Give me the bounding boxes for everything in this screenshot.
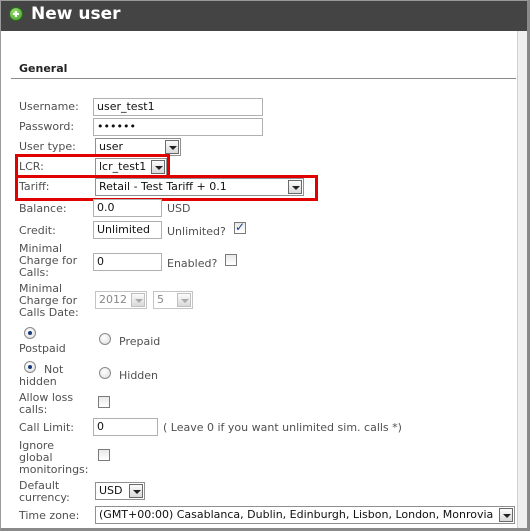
time-zone-label: Time zone: xyxy=(19,509,80,522)
chevron-down-icon[interactable] xyxy=(177,293,191,307)
ignore-monitorings-label-line3: monitorings: xyxy=(19,463,89,476)
postpaid-radio[interactable] xyxy=(24,327,36,339)
ignore-monitorings-checkbox[interactable] xyxy=(98,449,110,461)
min-charge-year-select[interactable]: 2012 xyxy=(95,291,147,309)
tariff-highlight-box xyxy=(15,175,318,201)
prepaid-label: Prepaid xyxy=(119,335,161,348)
min-charge-year-value: 2012 xyxy=(99,293,127,306)
window-frame xyxy=(0,0,530,531)
chevron-down-icon[interactable] xyxy=(131,293,145,307)
min-charge-label-line3: Calls: xyxy=(19,266,49,279)
username-input[interactable]: user_test1 xyxy=(93,98,263,116)
min-charge-enabled-label: Enabled? xyxy=(167,257,218,270)
call-limit-label: Call Limit: xyxy=(19,421,75,434)
currency-label-line2: currency: xyxy=(19,491,70,504)
plus-circle-icon xyxy=(9,7,23,21)
not-hidden-label-line2: hidden xyxy=(19,375,57,388)
balance-input[interactable]: 0.0 xyxy=(93,199,162,217)
min-charge-month-select[interactable]: 5 xyxy=(153,291,193,309)
user-type-label: User type: xyxy=(19,140,76,153)
page-title: New user xyxy=(31,4,121,24)
currency-select[interactable]: USD xyxy=(95,482,145,500)
balance-label: Balance: xyxy=(19,202,67,215)
hidden-label: Hidden xyxy=(119,369,159,382)
call-limit-hint: ( Leave 0 if you want unlimited sim. cal… xyxy=(163,421,402,434)
credit-label: Credit: xyxy=(19,224,56,237)
scrollbar[interactable] xyxy=(517,31,527,528)
username-label: Username: xyxy=(19,100,79,113)
password-input[interactable]: •••••• xyxy=(93,118,263,136)
min-charge-input[interactable]: 0 xyxy=(93,253,162,271)
balance-unit: USD xyxy=(167,202,191,215)
postpaid-label: Postpaid xyxy=(19,342,66,355)
credit-input[interactable]: Unlimited xyxy=(93,221,162,239)
password-label: Password: xyxy=(19,120,75,133)
not-hidden-radio[interactable] xyxy=(24,361,36,373)
prepaid-radio[interactable] xyxy=(99,333,111,345)
section-title: General xyxy=(19,62,68,75)
hidden-radio[interactable] xyxy=(99,367,111,379)
section-divider xyxy=(11,78,516,79)
time-zone-value: (GMT+00:00) Casablanca, Dublin, Edinburg… xyxy=(99,508,494,521)
allow-loss-checkbox[interactable] xyxy=(98,396,110,408)
chevron-down-icon[interactable] xyxy=(499,508,513,522)
credit-unlimited-checkbox[interactable] xyxy=(234,220,246,234)
title-bar: New user xyxy=(1,1,527,31)
call-limit-input[interactable]: 0 xyxy=(93,418,158,436)
chevron-down-icon[interactable] xyxy=(129,484,143,498)
time-zone-select[interactable]: (GMT+00:00) Casablanca, Dublin, Edinburg… xyxy=(95,506,515,524)
chevron-down-icon[interactable] xyxy=(165,140,179,154)
min-charge-date-label-line3: Calls Date: xyxy=(19,306,79,319)
credit-unlimited-label: Unlimited? xyxy=(167,225,226,238)
min-charge-month-value: 5 xyxy=(157,293,164,306)
min-charge-enabled-checkbox[interactable] xyxy=(225,254,237,266)
user-type-value: user xyxy=(99,140,123,153)
currency-value: USD xyxy=(99,484,123,497)
allow-loss-label-line2: calls: xyxy=(19,403,48,416)
